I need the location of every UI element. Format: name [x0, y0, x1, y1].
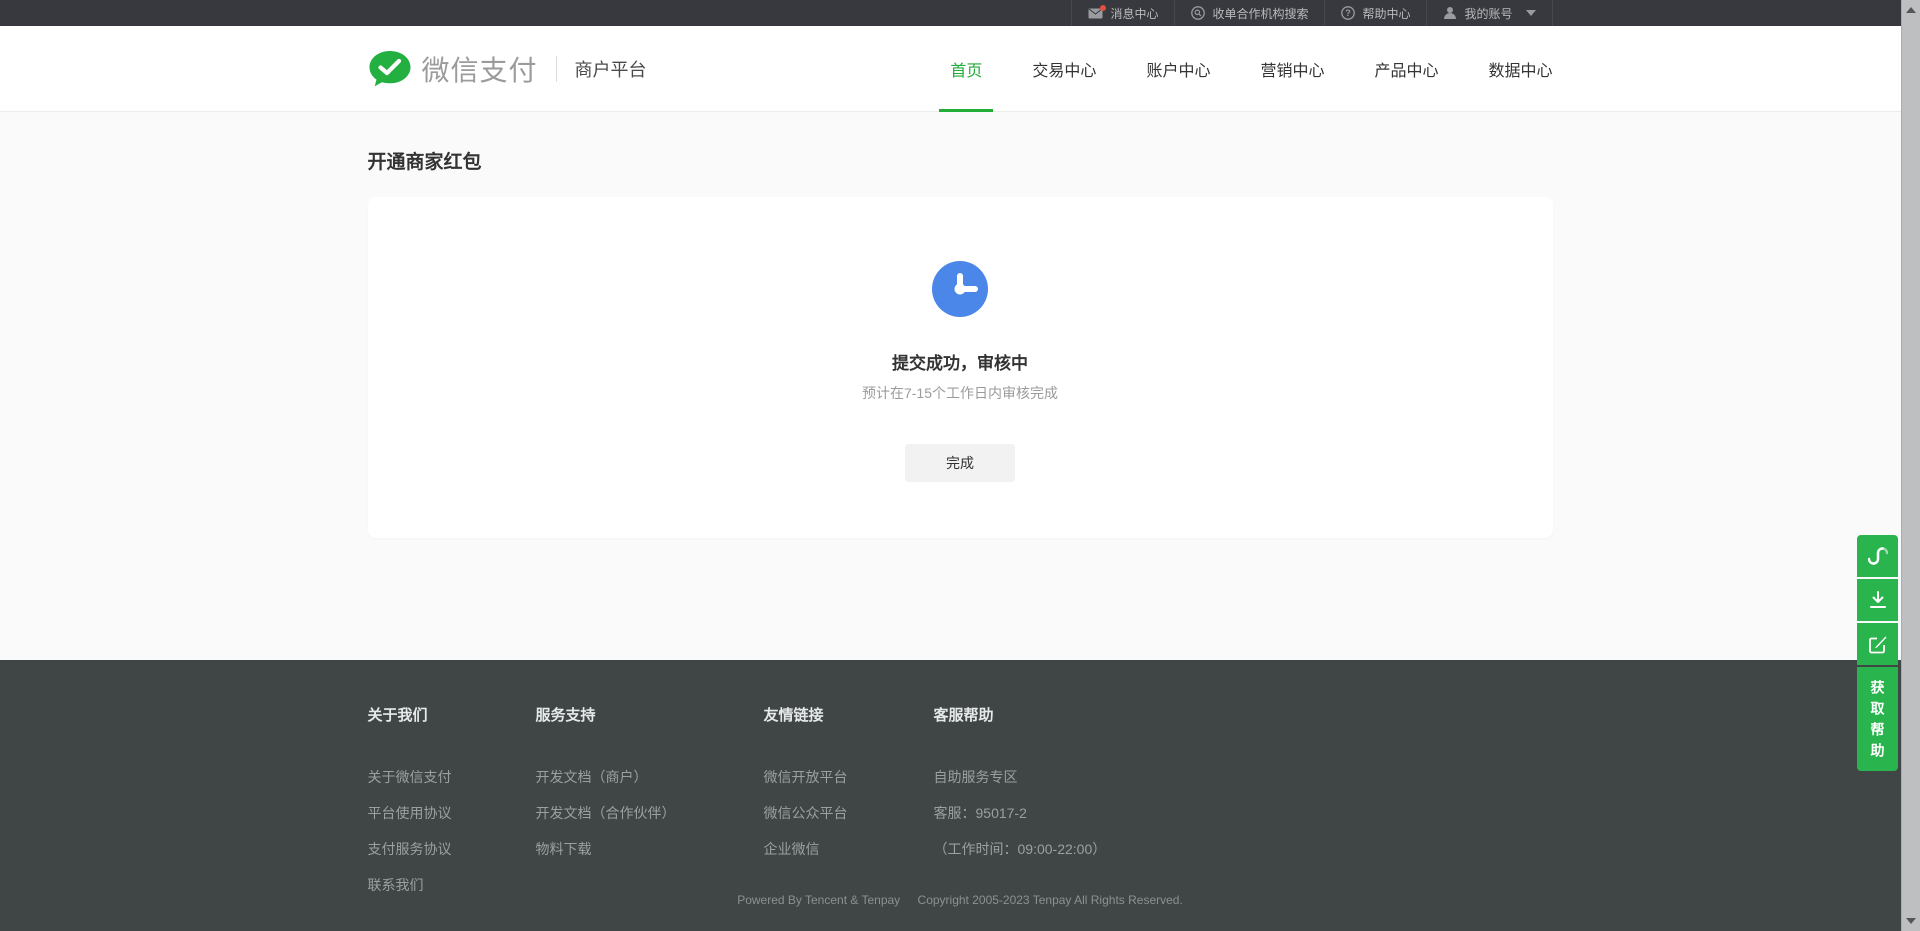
topbar-item-acquirer-search[interactable]: 收单合作机构搜索	[1174, 0, 1324, 26]
mail-icon	[1088, 8, 1103, 19]
topbar-item-messages[interactable]: 消息中心	[1071, 0, 1174, 26]
footer-link[interactable]: 支付服务协议	[368, 839, 536, 859]
tab-marketing-center[interactable]: 营销中心	[1260, 26, 1324, 112]
search-icon	[1191, 6, 1205, 20]
status-title: 提交成功，审核中	[368, 349, 1553, 374]
clock-pending-icon	[932, 261, 988, 317]
footer: 关于我们 关于微信支付 平台使用协议 支付服务协议 联系我们 服务支持 开发文档…	[0, 660, 1920, 931]
help-icon: ?	[1341, 6, 1355, 20]
scrollbar-down-arrow-icon[interactable]	[1906, 918, 1916, 924]
footer-column-support: 服务支持 开发文档（商户） 开发文档（合作伙伴） 物料下载	[536, 704, 764, 895]
feedback-edit-icon	[1868, 634, 1888, 654]
topbar-item-label: 帮助中心	[1362, 5, 1410, 22]
chevron-down-icon	[1526, 10, 1536, 16]
tab-data-center[interactable]: 数据中心	[1488, 26, 1552, 112]
footer-link[interactable]: 微信公众平台	[764, 803, 934, 823]
status-description: 预计在7-15个工作日内审核完成	[368, 383, 1553, 403]
floating-toolbar: 获取帮助	[1857, 535, 1898, 771]
footer-heading: 服务支持	[536, 704, 764, 725]
main-nav: 首页 交易中心 账户中心 营销中心 产品中心 数据中心	[950, 26, 1552, 112]
done-button[interactable]: 完成	[905, 444, 1015, 482]
feedback-button[interactable]	[1857, 623, 1898, 665]
tab-product-center[interactable]: 产品中心	[1374, 26, 1438, 112]
footer-heading: 客服帮助	[934, 704, 1553, 725]
tab-home[interactable]: 首页	[950, 26, 982, 112]
copyright: Powered By Tencent & Tenpay Copyright 20…	[0, 893, 1920, 907]
footer-column-about: 关于我们 关于微信支付 平台使用协议 支付服务协议 联系我们	[368, 704, 536, 895]
footer-link[interactable]: 企业微信	[764, 839, 934, 859]
logo-text: 微信支付	[422, 49, 538, 89]
tab-account-center[interactable]: 账户中心	[1146, 26, 1210, 112]
svg-text:?: ?	[1346, 8, 1352, 18]
scrollbar-up-arrow-icon[interactable]	[1906, 7, 1916, 13]
footer-column-service: 客服帮助 自助服务专区 客服：95017-2 （工作时间：09:00-22:00…	[934, 704, 1553, 895]
copyright-powered: Powered By Tencent & Tenpay	[737, 893, 900, 907]
topbar: 消息中心 收单合作机构搜索 ? 帮助中心 我的账号	[0, 0, 1920, 26]
topbar-item-label: 消息中心	[1110, 5, 1158, 22]
topbar-item-my-account[interactable]: 我的账号	[1426, 0, 1552, 26]
tab-transaction-center[interactable]: 交易中心	[1032, 26, 1096, 112]
wechat-bubble-icon	[368, 49, 412, 89]
footer-link[interactable]: 物料下载	[536, 839, 764, 859]
mini-program-button[interactable]	[1857, 535, 1898, 577]
service-phone: 客服：95017-2	[934, 803, 1553, 823]
notification-dot	[1100, 5, 1106, 11]
topbar-item-help-center[interactable]: ? 帮助中心	[1324, 0, 1426, 26]
get-help-button[interactable]: 获取帮助	[1857, 667, 1898, 771]
footer-link[interactable]: 开发文档（商户）	[536, 767, 764, 787]
mini-program-icon	[1868, 545, 1888, 567]
footer-link[interactable]: 开发文档（合作伙伴）	[536, 803, 764, 823]
download-button[interactable]	[1857, 579, 1898, 621]
footer-link[interactable]: 自助服务专区	[934, 767, 1553, 787]
footer-link[interactable]: 联系我们	[368, 875, 536, 895]
portal-label: 商户平台	[575, 56, 647, 82]
status-card: 提交成功，审核中 预计在7-15个工作日内审核完成 完成	[368, 197, 1553, 538]
brand-divider	[556, 56, 557, 82]
download-icon	[1868, 590, 1888, 610]
footer-heading: 关于我们	[368, 704, 536, 725]
footer-heading: 友情链接	[764, 704, 934, 725]
service-hours: （工作时间：09:00-22:00）	[934, 839, 1553, 859]
copyright-rights: Copyright 2005-2023 Tenpay All Rights Re…	[918, 893, 1183, 907]
footer-column-links: 友情链接 微信开放平台 微信公众平台 企业微信	[764, 704, 934, 895]
wechat-pay-logo[interactable]: 微信支付 商户平台	[368, 49, 647, 89]
topbar-item-label: 我的账号	[1464, 5, 1512, 22]
topbar-item-label: 收单合作机构搜索	[1212, 5, 1308, 22]
header: 微信支付 商户平台 首页 交易中心 账户中心 营销中心 产品中心 数据中心	[0, 26, 1920, 112]
user-icon	[1443, 6, 1457, 20]
footer-link[interactable]: 平台使用协议	[368, 803, 536, 823]
footer-link[interactable]: 微信开放平台	[764, 767, 934, 787]
footer-link[interactable]: 关于微信支付	[368, 767, 536, 787]
main-content: 开通商家红包 提交成功，审核中 预计在7-15个工作日内审核完成 完成	[0, 112, 1920, 660]
scrollbar[interactable]	[1901, 0, 1920, 931]
page-title: 开通商家红包	[368, 112, 1553, 174]
